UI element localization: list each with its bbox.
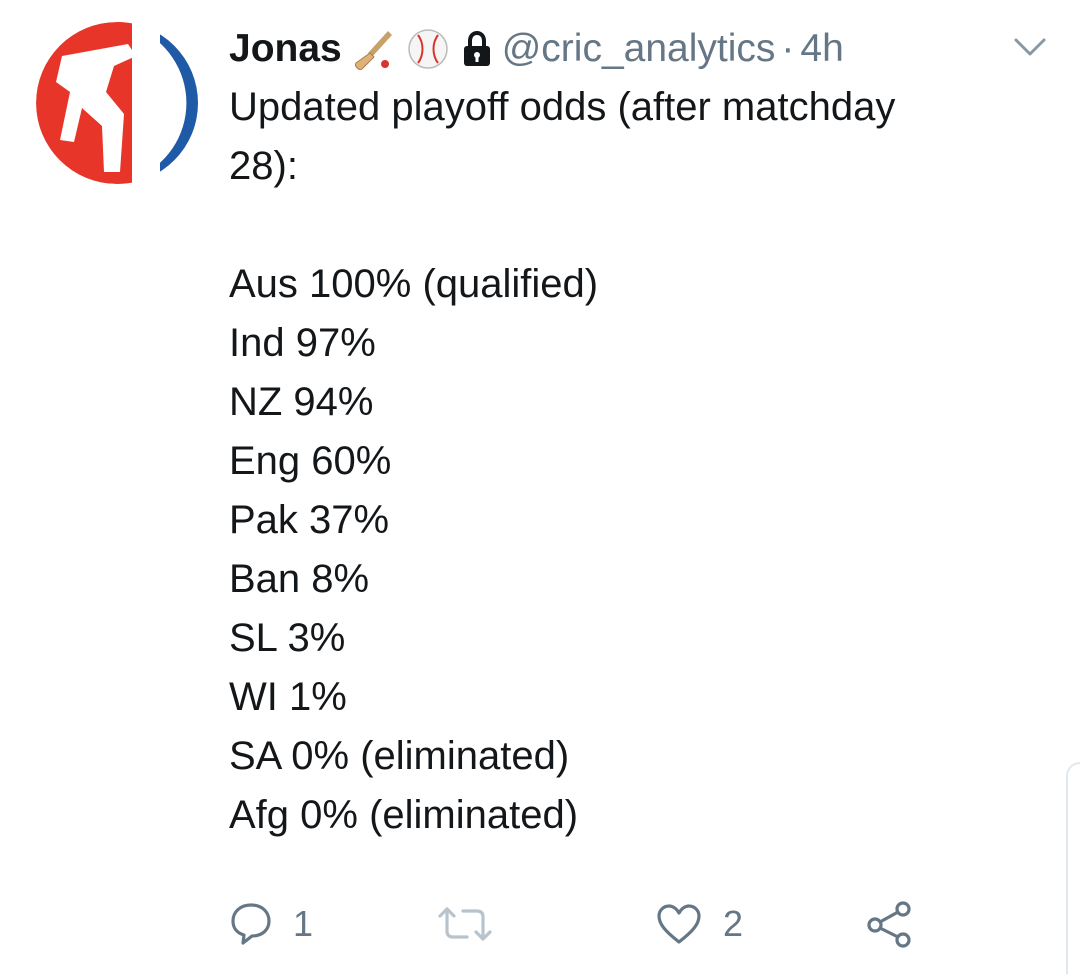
- lock-icon: [460, 27, 494, 71]
- odds-line: WI 1%: [229, 675, 347, 719]
- reply-icon: [231, 903, 271, 945]
- text-line: Updated playoff odds (after matchday: [229, 85, 896, 129]
- odds-line: Ind 97%: [229, 321, 376, 365]
- odds-line: Ban 8%: [229, 557, 370, 601]
- odds-line: SL 3%: [229, 616, 346, 660]
- text-line: 28):: [229, 144, 298, 188]
- share-button[interactable]: [865, 892, 915, 956]
- chevron-down-icon[interactable]: [1012, 34, 1048, 60]
- odds-line: Afg 0% (eliminated): [229, 793, 579, 837]
- avatar[interactable]: [36, 22, 198, 184]
- retweet-icon: [438, 907, 492, 941]
- like-count: 2: [723, 903, 744, 944]
- odds-line: SA 0% (eliminated): [229, 734, 570, 778]
- separator-dot: ·: [781, 27, 795, 70]
- scroll-edge: [1066, 762, 1080, 974]
- share-icon: [867, 901, 911, 948]
- reply-count: 1: [293, 903, 314, 944]
- retweet-button[interactable]: [437, 892, 513, 956]
- reply-button[interactable]: 1: [229, 892, 313, 956]
- tweet-header: Jonas @cric_analytics · 4h: [229, 20, 1029, 78]
- tweet-text: Updated playoff odds (after matchday 28)…: [229, 78, 1029, 845]
- tweet-time[interactable]: 4h: [800, 27, 843, 71]
- baseball-icon: [406, 27, 450, 71]
- author-handle[interactable]: @cric_analytics: [502, 27, 776, 71]
- like-button[interactable]: 2: [655, 892, 743, 956]
- tweet-actions: 1 2: [229, 892, 989, 956]
- cricket-bat-icon: [352, 27, 396, 71]
- odds-line: Pak 37%: [229, 498, 390, 542]
- author-name[interactable]: Jonas: [229, 27, 342, 71]
- tweet-content: Jonas @cric_analytics · 4h Updated playo…: [229, 20, 1029, 845]
- tweet[interactable]: Jonas @cric_analytics · 4h Updated playo…: [0, 0, 1080, 974]
- odds-line: Aus 100% (qualified): [229, 262, 599, 306]
- heart-icon: [657, 904, 701, 944]
- odds-line: Eng 60%: [229, 439, 392, 483]
- odds-line: NZ 94%: [229, 380, 374, 424]
